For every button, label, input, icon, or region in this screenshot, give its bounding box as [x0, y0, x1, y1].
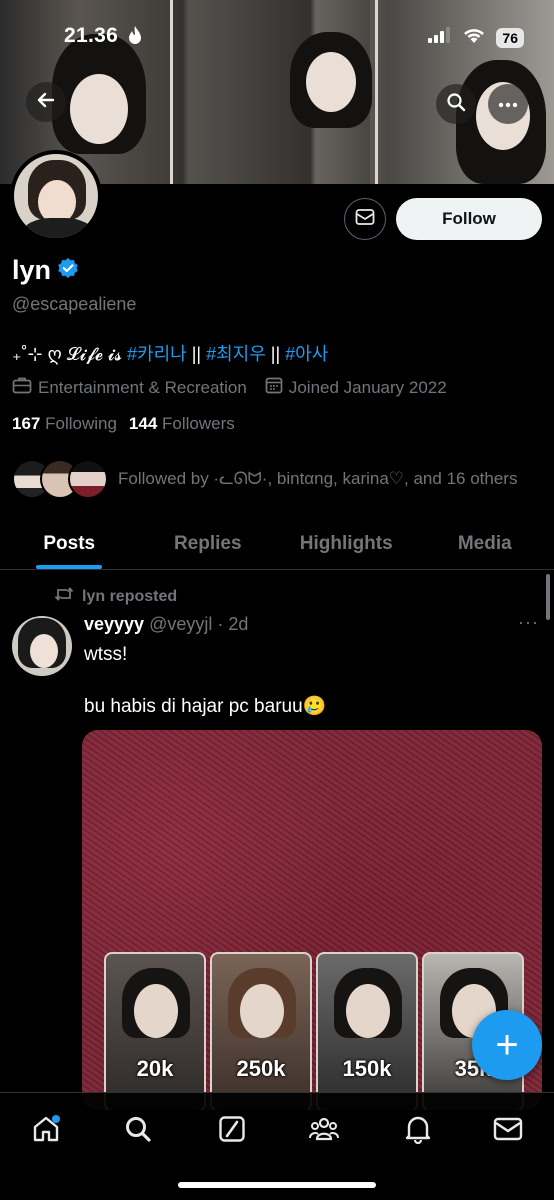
nav-grok[interactable] [212, 1111, 252, 1151]
profile-tabs: Posts Replies Highlights Media [0, 518, 554, 570]
compose-post-button[interactable]: + [472, 1010, 542, 1080]
photocard-price: 150k [342, 1056, 392, 1081]
post-header: veyyyy @veyyjl · 2d [84, 614, 248, 635]
communities-icon [308, 1114, 340, 1149]
post-author-name[interactable]: veyyyy [84, 614, 144, 634]
home-indicator[interactable] [178, 1182, 376, 1188]
follow-button[interactable]: Follow [396, 198, 542, 240]
scrollbar[interactable] [546, 574, 550, 620]
grok-icon [218, 1115, 246, 1148]
post-text-line: wtss! [84, 644, 128, 665]
follow-counts: 167 Following 144 Followers [12, 414, 235, 434]
calendar-icon [265, 376, 283, 399]
repost-label[interactable]: lyn reposted [82, 588, 177, 606]
follower-avatar [68, 459, 108, 499]
photocard: 150k [316, 952, 418, 1110]
profile-meta: Entertainment & Recreation Joined Januar… [12, 376, 447, 399]
status-bar: 21.36 76 [0, 22, 554, 54]
avatar-shirt [22, 218, 94, 238]
profile-joined-date: Joined January 2022 [288, 377, 447, 397]
search-icon [123, 1114, 153, 1149]
display-name: lyn [12, 255, 52, 285]
signal-icon [428, 27, 452, 48]
search-icon [446, 92, 466, 117]
hashtag-link[interactable]: #최지우 [206, 344, 266, 364]
hashtag-link[interactable]: #카리나 [127, 344, 187, 364]
status-time: 21.36 [64, 24, 119, 47]
more-button[interactable] [488, 84, 528, 124]
post-text: wtss! bu habis di hajar pc baruu🥲 [84, 642, 326, 720]
profile-bio: ₊˚⊹ ღ 𝓛𝓲𝓯𝓮 𝓲𝓼 #카리나 || #최지우 || #아사 [12, 340, 328, 366]
back-button[interactable] [26, 82, 66, 122]
following-count: 167 [12, 414, 41, 433]
following-label: Following [45, 414, 117, 433]
wifi-icon [462, 26, 486, 49]
tab-highlights[interactable]: Highlights [277, 518, 416, 569]
message-button[interactable] [344, 198, 386, 240]
nav-notifications[interactable] [398, 1111, 438, 1151]
post-author-handle[interactable]: @veyyjl [149, 614, 212, 634]
post-more-button[interactable]: ··· [518, 612, 539, 633]
banner-person-face [70, 74, 128, 144]
photocard-face [134, 984, 178, 1038]
more-horizontal-icon [498, 95, 518, 113]
profile-category: Entertainment & Recreation [38, 377, 247, 397]
followers-label: Followers [162, 414, 235, 433]
profile-avatar[interactable] [10, 150, 102, 242]
profile-name-row: lyn [12, 255, 79, 286]
post-avatar-face [30, 634, 58, 668]
post-author-avatar[interactable] [12, 616, 72, 676]
mail-icon [355, 208, 375, 231]
tab-posts[interactable]: Posts [0, 518, 139, 569]
arrow-left-icon [36, 90, 56, 115]
tab-media[interactable]: Media [416, 518, 554, 569]
verified-badge-icon[interactable] [57, 257, 79, 284]
tab-replies[interactable]: Replies [139, 518, 278, 569]
photocard-face [240, 984, 284, 1038]
nav-home[interactable] [26, 1111, 66, 1151]
bio-text: ₊˚⊹ ღ 𝓛𝓲𝓯𝓮 𝓲𝓼 [12, 344, 127, 364]
nav-communities[interactable] [304, 1111, 344, 1151]
following-link[interactable]: 167 Following [12, 414, 117, 434]
followed-by-row[interactable]: Followed by ·ᓚᘏᗢ·, bintαng, karina♡, and… [12, 459, 517, 499]
post-timestamp[interactable]: · 2d [217, 614, 248, 634]
briefcase-icon [12, 376, 32, 399]
followers-link[interactable]: 144 Followers [129, 414, 235, 434]
flame-icon [128, 25, 142, 50]
repost-indicator: lyn reposted [54, 586, 177, 607]
nav-search[interactable] [118, 1111, 158, 1151]
followers-count: 144 [128, 414, 158, 433]
post-text-line: bu habis di hajar pc baruu🥲 [84, 696, 327, 717]
photocard: 20k [104, 952, 206, 1110]
bell-icon [404, 1114, 432, 1149]
bio-separator: || [265, 344, 286, 364]
bio-separator: || [186, 344, 207, 364]
status-indicators: 76 [428, 26, 524, 49]
repost-icon [54, 586, 74, 607]
photocard-face [346, 984, 390, 1038]
photocard-price: 250k [236, 1056, 286, 1081]
notification-dot [52, 1115, 60, 1123]
search-button[interactable] [436, 84, 476, 124]
photocard: 250k [210, 952, 312, 1110]
banner-person-face [306, 52, 356, 112]
nav-messages[interactable] [488, 1111, 528, 1151]
battery-indicator: 76 [496, 27, 524, 48]
hashtag-link[interactable]: #아사 [285, 344, 328, 364]
photocard-price: 20k [136, 1056, 174, 1081]
profile-handle: @escapealiene [12, 294, 137, 314]
followed-by-text: Followed by ·ᓚᘏᗢ·, bintαng, karina♡, and… [118, 469, 518, 488]
mail-icon [493, 1116, 523, 1147]
